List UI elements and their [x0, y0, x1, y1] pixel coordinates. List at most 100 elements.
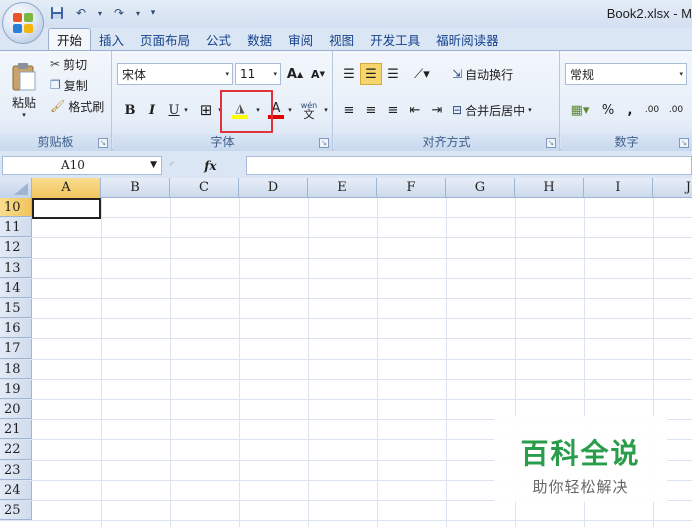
alignment-launcher-icon[interactable]: ↘ [546, 138, 556, 148]
align-middle-button[interactable]: ☰ [360, 63, 382, 85]
grow-font-button[interactable]: A ▲ [284, 63, 306, 85]
formula-bar-toggle-icon[interactable]: ◜ [170, 159, 174, 172]
merge-center-button[interactable]: ⊟ 合并后居中 ▾ [452, 99, 532, 121]
insert-function-icon[interactable]: fx [204, 159, 216, 173]
decrease-decimal-button[interactable]: .00 [665, 99, 687, 121]
font-size-select[interactable]: 11 ▾ [235, 63, 281, 85]
align-left-button[interactable]: ≡ [338, 99, 360, 121]
number-format-select[interactable]: 常规 ▾ [565, 63, 687, 85]
undo-dropdown-icon[interactable]: ▾ [96, 4, 104, 22]
formula-tools: ◜ fx [164, 156, 244, 175]
tab-developer[interactable]: 开发工具 [362, 28, 428, 50]
column-header-h[interactable]: H [515, 178, 584, 198]
decrease-indent-button[interactable]: ⇤ [404, 99, 426, 121]
sheet-row: 25 [0, 501, 692, 522]
scissors-icon: ✂ [50, 57, 61, 71]
tab-review[interactable]: 审阅 [280, 28, 321, 50]
column-header-f[interactable]: F [377, 178, 446, 198]
align-center-button[interactable]: ≡ [360, 99, 382, 121]
shrink-font-button[interactable]: A ▼ [307, 63, 329, 85]
row-header[interactable]: 12 [0, 238, 32, 258]
row-header[interactable]: 11 [0, 218, 32, 238]
undo-icon[interactable]: ↶ [72, 4, 90, 22]
name-box[interactable]: A10 ▼ [2, 156, 162, 175]
borders-button[interactable]: ⊞ [195, 99, 217, 121]
paste-button[interactable]: 粘贴 ▾ [4, 55, 44, 125]
save-icon[interactable] [48, 4, 66, 22]
phonetic-button[interactable]: wén 文 [297, 97, 321, 123]
clipboard-group-label: 剪贴板 [0, 134, 111, 151]
row-header[interactable]: 10 [0, 198, 32, 218]
active-cell-a10[interactable] [32, 198, 101, 219]
currency-icon: ▦▾ [570, 102, 590, 118]
chevron-down-icon: ▾ [273, 70, 277, 78]
row-header[interactable]: 15 [0, 299, 32, 319]
font-launcher-icon[interactable]: ↘ [319, 138, 329, 148]
format-painter-button[interactable]: 🖌 格式刷 [50, 97, 104, 115]
number-launcher-icon[interactable]: ↘ [679, 138, 689, 148]
italic-button[interactable]: I [141, 99, 163, 121]
row-header[interactable]: 20 [0, 400, 32, 420]
row-header[interactable]: 24 [0, 480, 32, 500]
increase-indent-icon: ⇥ [431, 102, 443, 118]
tab-data[interactable]: 数据 [239, 28, 280, 50]
bold-button[interactable]: B [119, 99, 141, 121]
tab-view[interactable]: 视图 [321, 28, 362, 50]
office-button[interactable] [2, 2, 44, 44]
formula-input[interactable] [246, 156, 692, 175]
row-header[interactable]: 18 [0, 359, 32, 379]
font-name-select[interactable]: 宋体 ▾ [117, 63, 233, 85]
underline-dropdown-icon[interactable]: ▾ [181, 99, 191, 121]
formula-bar: A10 ▼ ◜ fx [0, 152, 692, 178]
wrap-text-button[interactable]: ⇲ 自动换行 [452, 63, 513, 85]
tab-home[interactable]: 开始 [48, 28, 92, 50]
row-header[interactable]: 21 [0, 420, 32, 440]
align-middle-icon: ☰ [365, 66, 377, 82]
column-header-j[interactable]: J [653, 178, 692, 198]
tab-foxit-reader[interactable]: 福昕阅读器 [428, 28, 507, 50]
row-header[interactable]: 14 [0, 278, 32, 298]
row-header[interactable]: 22 [0, 440, 32, 460]
copy-button[interactable]: ❐ 复制 [50, 76, 88, 94]
row-header[interactable]: 23 [0, 460, 32, 480]
tab-insert[interactable]: 插入 [91, 28, 132, 50]
redo-dropdown-icon[interactable]: ▾ [134, 4, 142, 22]
cut-button[interactable]: ✂ 剪切 [50, 55, 87, 73]
increase-indent-button[interactable]: ⇥ [426, 99, 448, 121]
font-color-dropdown-icon[interactable]: ▾ [285, 99, 295, 121]
watermark-title: 百科全说 [520, 437, 641, 470]
tab-formulas[interactable]: 公式 [198, 28, 239, 50]
row-header[interactable]: 17 [0, 339, 32, 359]
watermark: 百科全说 助你轻松解决 [494, 416, 667, 502]
column-header-d[interactable]: D [239, 178, 308, 198]
accounting-format-button[interactable]: ▦▾ [565, 99, 595, 121]
percent-button[interactable]: % [597, 99, 619, 121]
align-bottom-icon: ☰ [387, 66, 399, 82]
font-group-label: 字体 [113, 134, 332, 151]
title-bar: ↶ ▾ ↷ ▾ ▾ Book2.xlsx - M [0, 0, 692, 28]
customize-qat-icon[interactable]: ▾ [148, 4, 158, 22]
redo-icon[interactable]: ↷ [110, 4, 128, 22]
select-all-button[interactable] [0, 178, 32, 198]
align-right-button[interactable]: ≡ [382, 99, 404, 121]
column-header-e[interactable]: E [308, 178, 377, 198]
tab-page-layout[interactable]: 页面布局 [132, 28, 198, 50]
comma-button[interactable]: , [619, 99, 641, 121]
column-header-b[interactable]: B [101, 178, 170, 198]
column-header-a[interactable]: A [32, 178, 101, 198]
orientation-button[interactable]: ⟋▾ [406, 63, 438, 85]
row-header[interactable]: 19 [0, 379, 32, 399]
align-bottom-button[interactable]: ☰ [382, 63, 404, 85]
row-header[interactable]: 16 [0, 319, 32, 339]
wrap-text-label: 自动换行 [465, 67, 514, 82]
phonetic-dropdown-icon[interactable]: ▾ [321, 99, 331, 121]
column-header-c[interactable]: C [170, 178, 239, 198]
align-top-button[interactable]: ☰ [338, 63, 360, 85]
column-header-g[interactable]: G [446, 178, 515, 198]
clipboard-launcher-icon[interactable]: ↘ [98, 138, 108, 148]
column-header-i[interactable]: I [584, 178, 653, 198]
row-header[interactable]: 13 [0, 258, 32, 278]
copy-icon: ❐ [50, 78, 61, 92]
row-header[interactable]: 25 [0, 501, 32, 521]
increase-decimal-button[interactable]: .00 [641, 99, 663, 121]
